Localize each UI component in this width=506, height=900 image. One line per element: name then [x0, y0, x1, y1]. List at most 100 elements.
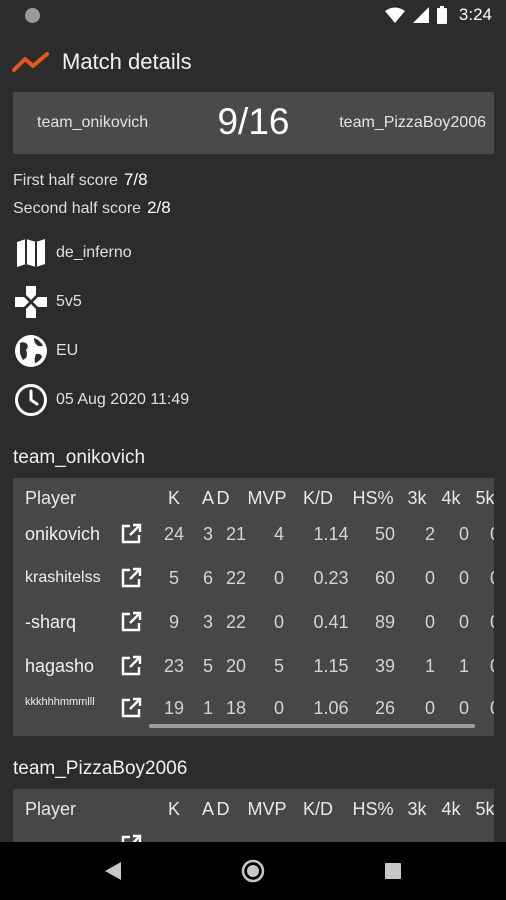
stat-hs: 60: [374, 568, 396, 588]
stat-4k: 0: [458, 524, 469, 544]
datetime-row: 05 Aug 2020 11:49: [13, 382, 189, 418]
stat-a: 5: [202, 656, 213, 676]
app-bar: Match details: [0, 40, 506, 84]
team-stats-table[interactable]: Player K A D MVP K/D HS% 3k 4k 5k: [13, 789, 494, 849]
stat-k: 9: [168, 612, 179, 632]
status-bar: 3:24: [0, 0, 506, 32]
col-header-hs: HS%: [352, 488, 394, 508]
player-name: onikovich: [25, 524, 101, 544]
stat-k: 24: [163, 524, 185, 544]
player-name: kkkhhhmmmlll: [25, 696, 95, 708]
match-datetime: 05 Aug 2020 11:49: [56, 391, 190, 408]
stat-k: 19: [163, 698, 185, 718]
col-header-4k: 4k: [441, 488, 461, 508]
stat-d: 21: [225, 524, 247, 544]
map-row: de_inferno: [13, 235, 132, 271]
back-icon[interactable]: [105, 862, 121, 880]
horizontal-scrollbar[interactable]: [149, 724, 475, 728]
stat-3k: 0: [424, 698, 435, 718]
stat-kd: 0.23: [313, 568, 349, 588]
col-header-mvp: MVP: [247, 799, 287, 819]
table-row: onikovich 24 3 21 4 1.14 50 2 0 0: [13, 514, 494, 554]
first-half-label: First half score: [13, 172, 118, 189]
col-header-5k: 5k: [475, 488, 494, 508]
notification-dot-icon: [25, 8, 40, 23]
col-header-kd: K/D: [302, 488, 333, 508]
wifi-icon: [384, 7, 405, 23]
second-half-score: Second half score 2/8: [13, 198, 171, 218]
table-row: krashitelss 5 6 22 0 0.23 60 0 0 0: [13, 558, 494, 598]
stat-a: 6: [202, 568, 213, 588]
stat-3k: 0: [424, 568, 435, 588]
stat-kd: 1.15: [313, 656, 349, 676]
stat-3k: 0: [424, 612, 435, 632]
stat-5k: 0: [480, 514, 494, 554]
stat-hs: 39: [374, 656, 396, 676]
player-name: hagasho: [25, 656, 95, 676]
stat-mvp: 0: [273, 698, 284, 718]
region-name: EU: [56, 342, 79, 359]
stat-4k: 0: [458, 612, 469, 632]
col-header-3k: 3k: [407, 799, 427, 819]
open-profile-icon[interactable]: [120, 611, 142, 633]
map-name: de_inferno: [56, 244, 132, 261]
first-half-score: First half score 7/8: [13, 170, 148, 190]
stat-5k: 0: [480, 688, 494, 728]
gamepad-icon: [13, 284, 49, 320]
trend-logo-icon: [12, 52, 49, 72]
table-row: hagasho 23 5 20 5 1.15 39 1 1 0: [13, 646, 494, 686]
player-name: krashitelss: [25, 569, 101, 586]
team-stats-table[interactable]: Player K A D MVP K/D HS% 3k 4k 5k onikov…: [13, 478, 494, 736]
stat-d: 22: [225, 568, 247, 588]
stat-kd: 0.41: [313, 612, 349, 632]
stat-a: 3: [202, 524, 213, 544]
stat-d: 22: [225, 612, 247, 632]
stat-kd: 1.14: [313, 524, 349, 544]
open-profile-icon[interactable]: [120, 697, 142, 719]
table-header-row: Player K A D MVP K/D HS% 3k 4k 5k: [13, 789, 494, 829]
stat-a: 1: [202, 698, 213, 718]
second-half-value: 2/8: [147, 198, 171, 217]
player-name: -sharq: [25, 612, 77, 632]
col-header-hs: HS%: [352, 799, 394, 819]
stat-4k: 1: [458, 656, 469, 676]
stat-4k: 0: [458, 568, 469, 588]
team-section-title: team_onikovich: [13, 447, 146, 468]
stat-kd: 1.06: [313, 698, 349, 718]
globe-icon: [13, 333, 49, 369]
recents-icon[interactable]: [385, 863, 401, 879]
clock-icon: [13, 382, 49, 418]
stat-3k: 2: [424, 524, 435, 544]
second-half-label: Second half score: [13, 200, 142, 217]
team-section-title: team_PizzaBoy2006: [13, 758, 188, 779]
system-nav-bar: [0, 842, 506, 900]
stat-3k: 1: [424, 656, 435, 676]
col-header-5k: 5k: [475, 799, 494, 819]
region-row: EU: [13, 333, 78, 369]
col-header-d: D: [216, 799, 230, 819]
col-header-player: Player: [25, 488, 77, 508]
stat-k: 5: [168, 568, 179, 588]
stat-hs: 50: [374, 524, 396, 544]
mode-row: 5v5: [13, 284, 82, 320]
col-header-k: K: [167, 799, 180, 819]
score-card: team_onikovich 9/16 team_PizzaBoy2006: [13, 92, 494, 154]
open-profile-icon[interactable]: [120, 655, 142, 677]
map-icon: [13, 235, 49, 271]
open-profile-icon[interactable]: [120, 567, 142, 589]
stat-5k: 0: [480, 602, 494, 642]
table-row: -sharq 9 3 22 0 0.41 89 0 0 0: [13, 602, 494, 642]
signal-icon: [412, 7, 429, 23]
status-time: 3:24: [458, 5, 492, 24]
open-profile-icon[interactable]: [120, 523, 142, 545]
col-header-mvp: MVP: [247, 488, 287, 508]
stat-hs: 26: [374, 698, 396, 718]
stat-5k: 0: [480, 646, 494, 686]
col-header-3k: 3k: [407, 488, 427, 508]
game-mode: 5v5: [56, 293, 82, 310]
stat-k: 23: [163, 656, 185, 676]
stat-a: 3: [202, 612, 213, 632]
team-right-name: team_PizzaBoy2006: [339, 114, 486, 131]
home-icon[interactable]: [241, 859, 265, 883]
stat-mvp: 5: [273, 656, 284, 676]
